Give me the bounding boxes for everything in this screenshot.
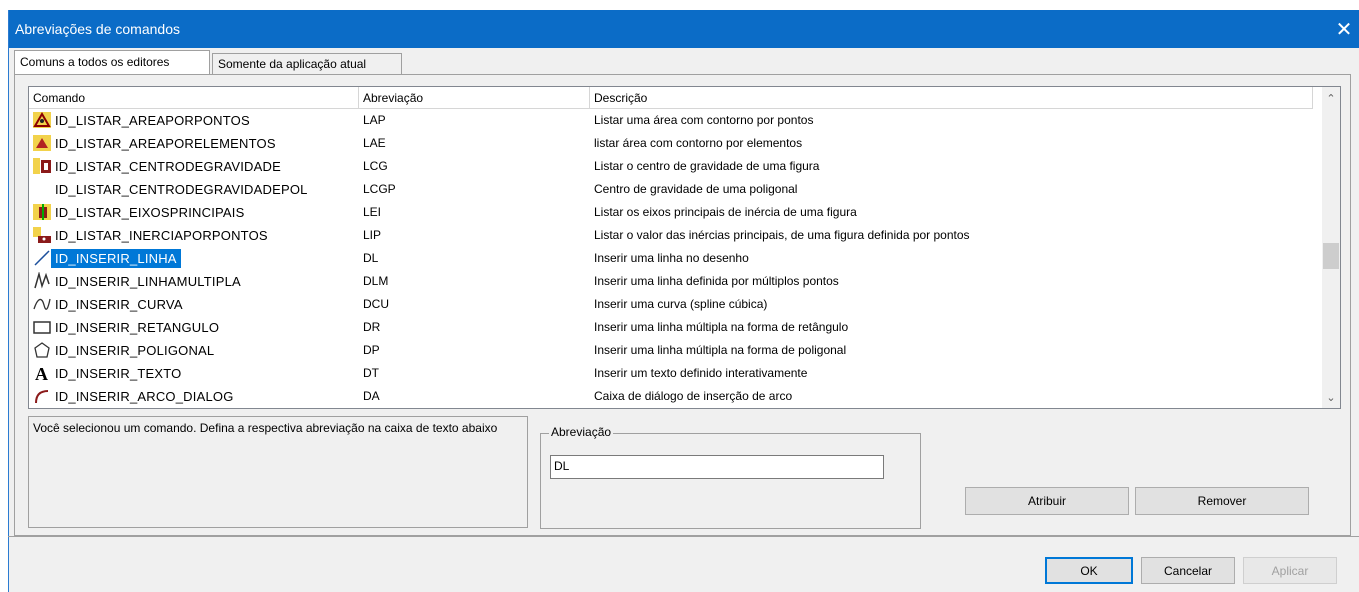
table-row[interactable]: ID_LISTAR_INERCIAPORPONTOS LIP Listar o … (29, 224, 1323, 247)
line-icon (32, 249, 52, 267)
area-points-icon (32, 111, 52, 129)
scroll-thumb[interactable] (1323, 243, 1339, 269)
inertia-points-icon (32, 226, 52, 244)
table-row[interactable]: ID_INSERIR_RETANGULO DR Inserir uma linh… (29, 316, 1323, 339)
remove-button[interactable]: Remover (1135, 487, 1309, 515)
table-row[interactable]: ID_INSERIR_ARCO_DIALOG DA Caixa de diálo… (29, 385, 1323, 408)
chevron-up-icon: ⌃ (1326, 92, 1336, 105)
separator (8, 536, 1359, 537)
table-row[interactable]: A ID_INSERIR_TEXTO DT Inserir um texto d… (29, 362, 1323, 385)
tab-current-application[interactable]: Somente da aplicação atual (212, 53, 402, 75)
apply-button[interactable]: Aplicar (1243, 557, 1337, 584)
list-header: Comando Abreviação Descrição (29, 87, 1323, 109)
table-row[interactable]: ID_LISTAR_EIXOSPRINCIPAIS LEI Listar os … (29, 201, 1323, 224)
table-row-selected[interactable]: ID_INSERIR_LINHA DL Inserir uma linha no… (29, 247, 1323, 270)
principal-axes-icon (32, 203, 52, 221)
center-gravity-icon (32, 157, 52, 175)
dialog-title: Abreviações de comandos (15, 21, 180, 37)
table-row[interactable]: ID_INSERIR_POLIGONAL DP Inserir uma linh… (29, 339, 1323, 362)
scroll-down-button[interactable]: ⌄ (1322, 388, 1340, 406)
table-row[interactable]: ID_LISTAR_AREAPORELEMENTOS LAE listar ár… (29, 132, 1323, 155)
table-row[interactable]: ID_LISTAR_CENTRODEGRAVIDADE LCG Listar o… (29, 155, 1323, 178)
polyline-icon (32, 272, 52, 290)
abbreviation-group: Abreviação DL (540, 425, 921, 529)
ok-button[interactable]: OK (1045, 557, 1133, 584)
arc-icon (32, 387, 52, 405)
close-button[interactable]: ✕ (1329, 10, 1359, 48)
cancel-button[interactable]: Cancelar (1141, 557, 1235, 584)
area-elements-icon (32, 134, 52, 152)
assign-button[interactable]: Atribuir (965, 487, 1129, 515)
table-row[interactable]: ID_INSERIR_LINHAMULTIPLA DLM Inserir uma… (29, 270, 1323, 293)
svg-text:A: A (35, 364, 48, 382)
abbreviation-label: Abreviação (549, 425, 614, 439)
polygon-icon (32, 341, 52, 359)
tab-label: Somente da aplicação atual (218, 57, 367, 71)
curve-icon (32, 295, 52, 313)
rectangle-icon (32, 318, 52, 336)
abbreviation-input[interactable]: DL (550, 455, 884, 479)
column-header-abreviacao[interactable]: Abreviação (359, 87, 590, 109)
vertical-scrollbar[interactable]: ⌃ ⌄ (1322, 87, 1340, 408)
column-header-descricao[interactable]: Descrição (590, 87, 1313, 109)
column-header-comando[interactable]: Comando (29, 87, 359, 109)
table-row[interactable]: ID_LISTAR_CENTRODEGRAVIDADEPOL LCGP Cent… (29, 178, 1323, 201)
info-message: Você selecionou um comando. Defina a res… (28, 416, 528, 528)
table-row[interactable]: ID_LISTAR_AREAPORPONTOS LAP Listar uma á… (29, 109, 1323, 132)
close-icon: ✕ (1335, 18, 1353, 41)
tab-label: Comuns a todos os editores (20, 55, 170, 69)
chevron-down-icon: ⌄ (1326, 391, 1336, 404)
text-icon: A (32, 364, 52, 382)
info-text: Você selecionou um comando. Defina a res… (33, 421, 498, 435)
title-bar[interactable]: Abreviações de comandos ✕ (9, 10, 1359, 48)
scroll-up-button[interactable]: ⌃ (1322, 89, 1340, 107)
commands-list[interactable]: Comando Abreviação Descrição ID_LISTAR_A… (28, 86, 1341, 409)
tab-common-editors[interactable]: Comuns a todos os editores (14, 50, 210, 75)
table-row[interactable]: ID_INSERIR_CURVA DCU Inserir uma curva (… (29, 293, 1323, 316)
